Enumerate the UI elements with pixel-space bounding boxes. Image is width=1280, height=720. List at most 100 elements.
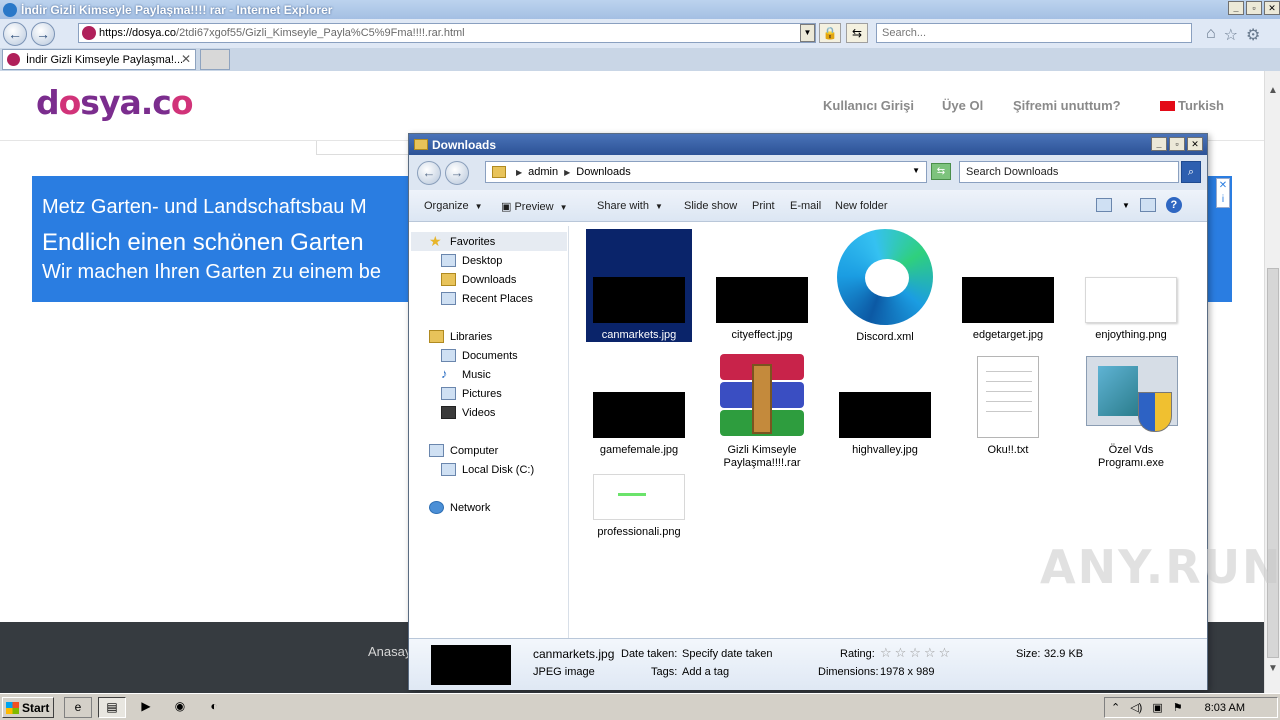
footer-home-link[interactable]: Anasay [368,644,411,659]
scroll-down-icon[interactable]: ▼ [1265,663,1280,679]
site-logo[interactable]: dosya.co [36,83,193,122]
edge-icon [837,229,933,325]
file-item[interactable]: Oku!!.txt [955,344,1061,457]
explorer-close-button[interactable]: ✕ [1187,137,1203,151]
chevron-down-icon[interactable]: ▼ [912,166,920,175]
maximize-button[interactable]: ▫ [1246,1,1262,15]
taskbar-chrome-icon[interactable]: ◉ [166,697,194,718]
scroll-thumb[interactable] [1267,268,1279,658]
nav-item-favorites[interactable]: ★ Favorites [411,232,567,251]
breadcrumb-downloads[interactable]: Downloads [576,166,630,178]
preview-button[interactable]: ▣ Preview ▼ [501,200,568,213]
slide-show-button[interactable]: Slide show [684,200,737,212]
forward-button[interactable]: → [31,22,55,46]
new-tab-button[interactable] [200,49,230,70]
file-item[interactable]: professionali.png [586,426,692,539]
address-dropdown-button[interactable]: ▼ [800,24,815,42]
back-button[interactable]: ← [3,22,27,46]
details-date-label: Date taken: [621,648,678,660]
nav-item-local-disk[interactable]: Local Disk (C:) [441,463,534,476]
tray-expand-icon[interactable]: ⌃ [1111,701,1120,714]
taskbar-edge-icon[interactable]: ◐ [200,697,228,718]
file-item[interactable]: Discord.xml [832,229,938,344]
nav-item-computer[interactable]: Computer [429,444,498,457]
exe-screen [1098,366,1138,416]
winrar-archive-icon [716,354,808,438]
file-item[interactable]: canmarkets.jpg [586,229,692,342]
organize-button[interactable]: Organize ▼ [424,200,483,212]
desktop-icon [441,254,456,267]
rar-belt [752,364,772,434]
clock[interactable]: 8:03 AM [1205,702,1245,714]
logo-part: d [36,83,60,122]
nav-item-desktop[interactable]: Desktop [441,254,502,267]
nav-item-network[interactable]: Network [429,501,490,514]
taskbar-ie-icon[interactable]: e [64,697,92,718]
address-input[interactable]: https://dosya.co/2tdi67xgof55/Gizli_Kims… [78,23,816,43]
file-name: Özel Vds Programı.exe [1097,444,1165,469]
scroll-up-icon[interactable]: ▲ [1265,85,1280,101]
explorer-back-button[interactable]: ← [417,161,441,185]
breadcrumb-admin[interactable]: admin [528,166,558,178]
nav-item-videos[interactable]: Videos [441,406,495,419]
email-button[interactable]: E-mail [790,200,821,212]
file-item[interactable]: enjoything.png [1078,229,1184,342]
page-scrollbar[interactable]: ▲ ▼ [1264,71,1280,693]
ad-close-icon[interactable]: ✕ [1219,180,1227,191]
file-item[interactable]: edgetarget.jpg [955,229,1061,342]
chevron-down-icon[interactable]: ▼ [1122,201,1130,210]
nav-item-downloads[interactable]: Downloads [441,273,516,286]
lock-icon[interactable]: 🔒 [819,23,841,43]
language-selector[interactable]: Turkish [1160,98,1224,113]
new-folder-button[interactable]: New folder [835,200,888,212]
file-item[interactable]: Özel Vds Programı.exe [1078,344,1184,470]
nav-item-pictures[interactable]: Pictures [441,387,502,400]
refresh-icon[interactable]: ⇆ [846,23,868,43]
help-icon[interactable]: ? [1165,197,1182,213]
nav-login-link[interactable]: Kullanıcı Girişi [823,98,914,113]
file-item[interactable]: cityeffect.jpg [709,229,815,342]
explorer-refresh-icon[interactable]: ⇆ [931,163,951,180]
nav-item-music[interactable]: ♪ Music [441,366,491,381]
gear-icon[interactable]: ⚙ [1246,25,1260,45]
file-name: professionali.png [597,526,681,538]
search-icon[interactable]: ⌕ [1181,161,1201,183]
favorites-star-icon[interactable]: ☆ [1224,25,1238,45]
nav-item-libraries[interactable]: Libraries [429,330,492,343]
explorer-minimize-button[interactable]: _ [1151,137,1167,151]
volume-icon[interactable]: ◁) [1130,701,1142,714]
flag-tray-icon[interactable]: ⚑ [1173,701,1183,714]
network-tray-icon[interactable]: ▣ [1152,701,1162,714]
explorer-maximize-button[interactable]: ▫ [1169,137,1185,151]
close-button[interactable]: ✕ [1264,1,1280,15]
explorer-search-input[interactable]: Search Downloads [959,161,1179,183]
details-tags-value[interactable]: Add a tag [682,666,729,678]
ie-window-controls: _ ▫ ✕ [1228,1,1280,15]
nav-item-documents[interactable]: Documents [441,349,518,362]
file-item[interactable]: Gizli Kimseyle Paylaşma!!!!.rar [709,344,815,470]
ie-search-input[interactable]: Search... [876,23,1192,43]
nav-forgot-link[interactable]: Şifremi unuttum? [1013,98,1121,113]
explorer-breadcrumb[interactable]: ▶ admin ▶ Downloads ▼ [485,161,927,183]
site-search-box[interactable] [316,141,416,155]
preview-pane-icon[interactable] [1139,198,1156,212]
ad-info-icon[interactable]: ✕ i [1216,178,1230,208]
nav-item-recent-places[interactable]: Recent Places [441,292,533,305]
tab-close-icon[interactable]: ✕ [181,52,191,66]
change-view-icon[interactable] [1096,198,1112,212]
tab-dosya[interactable]: İndir Gizli Kimseyle Paylaşma!... ✕ [2,49,196,70]
music-icon: ♪ [441,366,448,381]
taskbar-explorer-icon[interactable]: ▤ [98,697,126,718]
taskbar-media-player-icon[interactable]: ▶ [132,697,160,718]
explorer-forward-button[interactable]: → [445,161,469,185]
rating-stars[interactable]: ☆☆☆☆☆ [880,645,953,661]
home-icon[interactable]: ⌂ [1206,25,1216,45]
nav-register-link[interactable]: Üye Ol [942,98,983,113]
print-button[interactable]: Print [752,200,775,212]
share-with-button[interactable]: Share with ▼ [597,200,663,212]
file-item[interactable]: highvalley.jpg [832,344,938,457]
view-controls: ▼ ? [1096,197,1182,213]
minimize-button[interactable]: _ [1228,1,1244,15]
start-button[interactable]: Start [2,697,54,718]
details-date-value[interactable]: Specify date taken [682,648,773,660]
